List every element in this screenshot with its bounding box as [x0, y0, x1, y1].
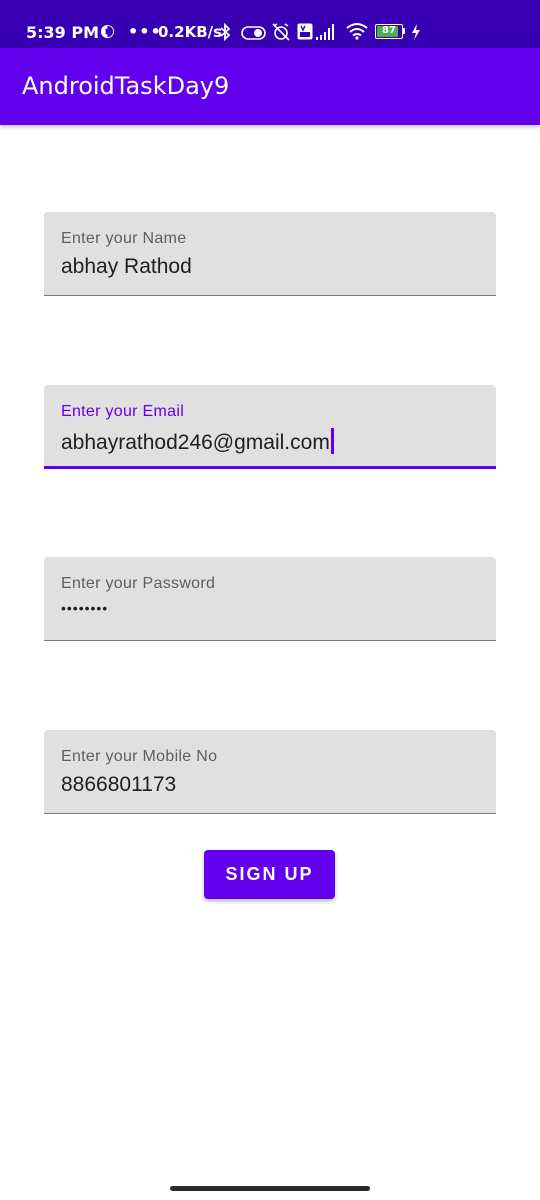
name-field[interactable]: Enter your Name abhay Rathod: [44, 212, 496, 296]
password-field-value[interactable]: ••••••••: [61, 600, 108, 616]
app-bar: AndroidTaskDay9: [0, 48, 540, 125]
signal-icon: [316, 24, 334, 40]
toggle-icon: [241, 26, 266, 40]
email-field-label: Enter your Email: [61, 403, 185, 420]
mobile-field[interactable]: Enter your Mobile No 8866801173: [44, 730, 496, 814]
network-activity-icon: [100, 24, 115, 39]
status-bar: 5:39 PM ••• 0.2KB/s 87: [0, 0, 540, 48]
charging-icon: [412, 24, 420, 40]
mobile-field-label: Enter your Mobile No: [61, 748, 218, 765]
password-field-label: Enter your Password: [61, 575, 216, 592]
network-speed: 0.2KB/s: [158, 23, 223, 41]
status-time: 5:39 PM: [26, 23, 100, 42]
mobile-field-value[interactable]: 8866801173: [61, 773, 176, 797]
alarm-off-icon: [272, 23, 290, 41]
name-field-value[interactable]: abhay Rathod: [61, 255, 192, 279]
home-indicator[interactable]: [170, 1186, 370, 1191]
password-field[interactable]: Enter your Password ••••••••: [44, 557, 496, 641]
volte-icon: [297, 23, 313, 40]
wifi-icon: [346, 23, 368, 40]
name-field-label: Enter your Name: [61, 230, 187, 247]
battery-percentage: 87: [382, 25, 396, 36]
email-field-value-wrap[interactable]: abhayrathod246@gmail.com: [61, 428, 334, 455]
bluetooth-icon: [220, 23, 231, 41]
status-more-dots: •••: [128, 22, 162, 41]
battery-icon: 87: [375, 24, 405, 39]
email-field-value[interactable]: abhayrathod246@gmail.com: [61, 431, 330, 454]
signup-button[interactable]: SIGN UP: [204, 850, 335, 899]
email-field[interactable]: Enter your Email abhayrathod246@gmail.co…: [44, 385, 496, 469]
text-cursor: [330, 428, 334, 454]
app-title: AndroidTaskDay9: [22, 72, 230, 100]
